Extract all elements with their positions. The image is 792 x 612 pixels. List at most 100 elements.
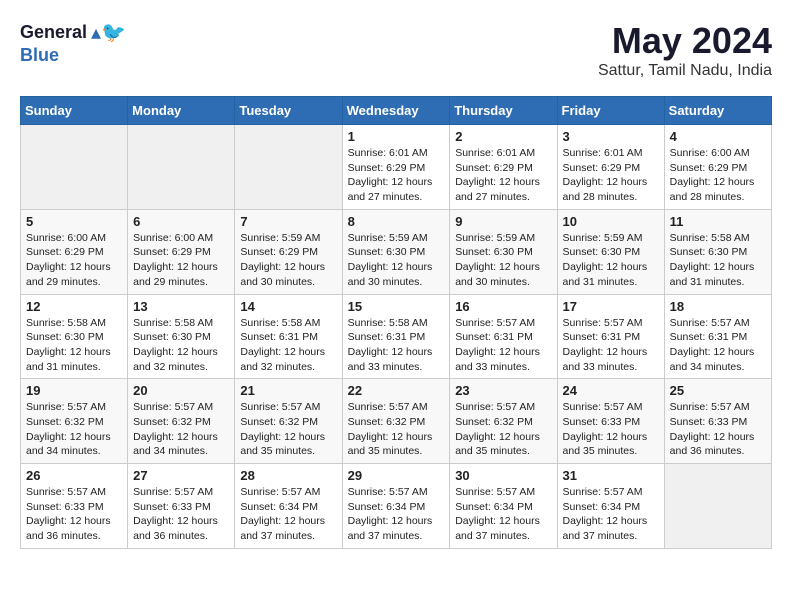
table-row <box>235 125 342 210</box>
day-info: Sunrise: 5:59 AM Sunset: 6:30 PM Dayligh… <box>563 231 659 290</box>
day-number: 7 <box>240 214 336 229</box>
table-row: 26 Sunrise: 5:57 AM Sunset: 6:33 PM Dayli… <box>21 464 128 549</box>
table-row: 15 Sunrise: 5:58 AM Sunset: 6:31 PM Dayli… <box>342 294 450 379</box>
table-row: 4Sunrise: 6:00 AM Sunset: 6:29 PM Daylig… <box>664 125 771 210</box>
day-info: Sunrise: 5:57 AM Sunset: 6:33 PM Dayligh… <box>133 485 229 544</box>
table-row: 21 Sunrise: 5:57 AM Sunset: 6:32 PM Dayli… <box>235 379 342 464</box>
day-info: Sunrise: 5:58 AM Sunset: 6:30 PM Dayligh… <box>670 231 766 290</box>
day-info: Sunrise: 6:01 AM Sunset: 6:29 PM Dayligh… <box>455 146 551 205</box>
table-row: 29Sunrise: 5:57 AM Sunset: 6:34 PM Dayli… <box>342 464 450 549</box>
table-row: 23Sunrise: 5:57 AM Sunset: 6:32 PM Dayli… <box>450 379 557 464</box>
day-info: Sunrise: 5:58 AM Sunset: 6:31 PM Dayligh… <box>240 316 336 375</box>
logo-bird-icon: ▴🐦 <box>91 20 126 45</box>
day-number: 23 <box>455 383 551 398</box>
day-info: Sunrise: 6:01 AM Sunset: 6:29 PM Dayligh… <box>348 146 445 205</box>
table-row: 1 Sunrise: 6:01 AM Sunset: 6:29 PM Daylig… <box>342 125 450 210</box>
table-row: 27 Sunrise: 5:57 AM Sunset: 6:33 PM Dayli… <box>128 464 235 549</box>
day-number: 11 <box>670 214 766 229</box>
day-info: Sunrise: 5:57 AM Sunset: 6:32 PM Dayligh… <box>26 400 122 459</box>
day-info: Sunrise: 5:59 AM Sunset: 6:29 PM Dayligh… <box>240 231 336 290</box>
table-row: 2Sunrise: 6:01 AM Sunset: 6:29 PM Daylig… <box>450 125 557 210</box>
logo-general: General <box>20 22 87 43</box>
day-number: 22 <box>348 383 445 398</box>
day-info: Sunrise: 5:57 AM Sunset: 6:33 PM Dayligh… <box>563 400 659 459</box>
day-number: 19 <box>26 383 122 398</box>
table-row: 31Sunrise: 5:57 AM Sunset: 6:34 PM Dayli… <box>557 464 664 549</box>
day-info: Sunrise: 5:57 AM Sunset: 6:32 PM Dayligh… <box>240 400 336 459</box>
day-info: Sunrise: 5:57 AM Sunset: 6:31 PM Dayligh… <box>455 316 551 375</box>
day-number: 26 <box>26 468 122 483</box>
day-number: 13 <box>133 299 229 314</box>
day-number: 24 <box>563 383 659 398</box>
day-number: 20 <box>133 383 229 398</box>
table-row: 24 Sunrise: 5:57 AM Sunset: 6:33 PM Dayli… <box>557 379 664 464</box>
day-number: 12 <box>26 299 122 314</box>
logo: General ▴🐦 Blue <box>20 20 126 66</box>
day-info: Sunrise: 5:57 AM Sunset: 6:33 PM Dayligh… <box>670 400 766 459</box>
table-row: 17 Sunrise: 5:57 AM Sunset: 6:31 PM Dayli… <box>557 294 664 379</box>
location-title: Sattur, Tamil Nadu, India <box>598 62 772 80</box>
page-header: General ▴🐦 Blue May 2024 Sattur, Tamil N… <box>20 20 772 80</box>
table-row: 11 Sunrise: 5:58 AM Sunset: 6:30 PM Dayli… <box>664 209 771 294</box>
logo-blue: Blue <box>20 45 59 65</box>
table-row: 9 Sunrise: 5:59 AM Sunset: 6:30 PM Daylig… <box>450 209 557 294</box>
table-row: 16 Sunrise: 5:57 AM Sunset: 6:31 PM Dayli… <box>450 294 557 379</box>
calendar-week-5: 26 Sunrise: 5:57 AM Sunset: 6:33 PM Dayli… <box>21 464 772 549</box>
day-info: Sunrise: 5:58 AM Sunset: 6:30 PM Dayligh… <box>26 316 122 375</box>
table-row: 7 Sunrise: 5:59 AM Sunset: 6:29 PM Daylig… <box>235 209 342 294</box>
table-row: 3Sunrise: 6:01 AM Sunset: 6:29 PM Daylig… <box>557 125 664 210</box>
day-number: 14 <box>240 299 336 314</box>
day-info: Sunrise: 5:57 AM Sunset: 6:31 PM Dayligh… <box>670 316 766 375</box>
table-row <box>664 464 771 549</box>
table-row: 20 Sunrise: 5:57 AM Sunset: 6:32 PM Dayli… <box>128 379 235 464</box>
calendar-week-1: 1 Sunrise: 6:01 AM Sunset: 6:29 PM Daylig… <box>21 125 772 210</box>
table-row: 14 Sunrise: 5:58 AM Sunset: 6:31 PM Dayli… <box>235 294 342 379</box>
day-number: 9 <box>455 214 551 229</box>
day-number: 18 <box>670 299 766 314</box>
day-number: 29 <box>348 468 445 483</box>
table-row: 10 Sunrise: 5:59 AM Sunset: 6:30 PM Dayli… <box>557 209 664 294</box>
day-number: 15 <box>348 299 445 314</box>
day-info: Sunrise: 5:57 AM Sunset: 6:33 PM Dayligh… <box>26 485 122 544</box>
day-number: 31 <box>563 468 659 483</box>
day-info: Sunrise: 5:57 AM Sunset: 6:34 PM Dayligh… <box>240 485 336 544</box>
header-sunday: Sunday <box>21 97 128 125</box>
calendar-week-2: 5 Sunrise: 6:00 AM Sunset: 6:29 PM Daylig… <box>21 209 772 294</box>
day-info: Sunrise: 6:00 AM Sunset: 6:29 PM Dayligh… <box>133 231 229 290</box>
day-number: 3 <box>563 129 659 144</box>
day-info: Sunrise: 5:59 AM Sunset: 6:30 PM Dayligh… <box>455 231 551 290</box>
day-info: Sunrise: 5:57 AM Sunset: 6:32 PM Dayligh… <box>348 400 445 459</box>
day-number: 28 <box>240 468 336 483</box>
header-wednesday: Wednesday <box>342 97 450 125</box>
calendar-week-3: 12 Sunrise: 5:58 AM Sunset: 6:30 PM Dayli… <box>21 294 772 379</box>
day-info: Sunrise: 5:57 AM Sunset: 6:31 PM Dayligh… <box>563 316 659 375</box>
title-block: May 2024 Sattur, Tamil Nadu, India <box>598 20 772 80</box>
day-number: 10 <box>563 214 659 229</box>
table-row: 22 Sunrise: 5:57 AM Sunset: 6:32 PM Dayli… <box>342 379 450 464</box>
day-info: Sunrise: 5:58 AM Sunset: 6:31 PM Dayligh… <box>348 316 445 375</box>
calendar-header-row: Sunday Monday Tuesday Wednesday Thursday… <box>21 97 772 125</box>
table-row: 12 Sunrise: 5:58 AM Sunset: 6:30 PM Dayli… <box>21 294 128 379</box>
day-number: 6 <box>133 214 229 229</box>
day-number: 1 <box>348 129 445 144</box>
header-saturday: Saturday <box>664 97 771 125</box>
day-number: 27 <box>133 468 229 483</box>
calendar-week-4: 19 Sunrise: 5:57 AM Sunset: 6:32 PM Dayli… <box>21 379 772 464</box>
table-row: 19 Sunrise: 5:57 AM Sunset: 6:32 PM Dayli… <box>21 379 128 464</box>
day-info: Sunrise: 5:59 AM Sunset: 6:30 PM Dayligh… <box>348 231 445 290</box>
day-number: 16 <box>455 299 551 314</box>
table-row <box>21 125 128 210</box>
header-monday: Monday <box>128 97 235 125</box>
table-row: 5 Sunrise: 6:00 AM Sunset: 6:29 PM Daylig… <box>21 209 128 294</box>
day-number: 17 <box>563 299 659 314</box>
table-row: 30Sunrise: 5:57 AM Sunset: 6:34 PM Dayli… <box>450 464 557 549</box>
table-row: 8Sunrise: 5:59 AM Sunset: 6:30 PM Daylig… <box>342 209 450 294</box>
day-info: Sunrise: 6:00 AM Sunset: 6:29 PM Dayligh… <box>670 146 766 205</box>
day-number: 5 <box>26 214 122 229</box>
table-row: 25Sunrise: 5:57 AM Sunset: 6:33 PM Dayli… <box>664 379 771 464</box>
table-row <box>128 125 235 210</box>
day-number: 21 <box>240 383 336 398</box>
day-info: Sunrise: 6:00 AM Sunset: 6:29 PM Dayligh… <box>26 231 122 290</box>
table-row: 6 Sunrise: 6:00 AM Sunset: 6:29 PM Daylig… <box>128 209 235 294</box>
day-info: Sunrise: 5:57 AM Sunset: 6:32 PM Dayligh… <box>133 400 229 459</box>
